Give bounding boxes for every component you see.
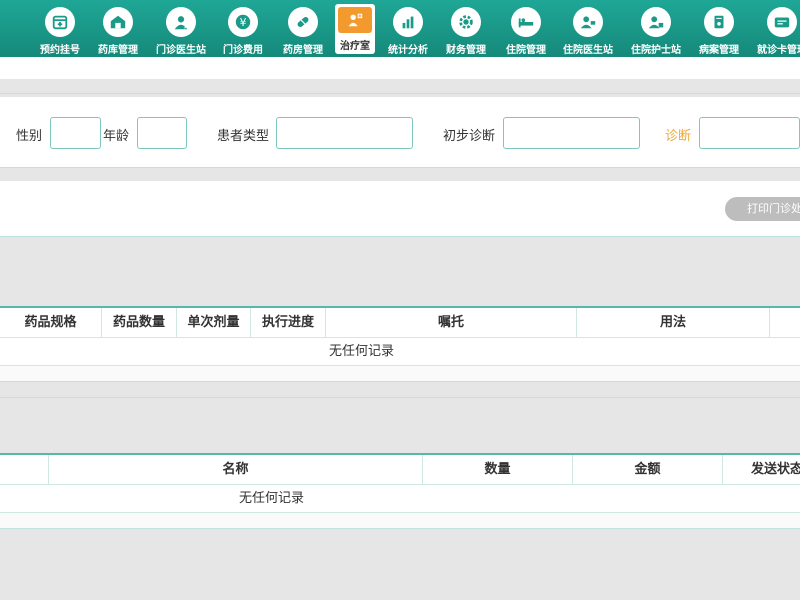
gender-label: 性别 xyxy=(16,129,43,144)
nav-outpatient-doctor[interactable]: 门诊医生站 xyxy=(152,0,210,57)
column-header[interactable]: 单次剂量 xyxy=(177,308,251,338)
top-navigation: 预约挂号 药库管理 门诊医生站 ¥ 门诊费用 药房管理 治疗室 统计分析 财务管… xyxy=(0,0,800,57)
calendar-icon xyxy=(45,7,75,37)
nav-label: 预约挂号 xyxy=(40,45,80,56)
gear-icon xyxy=(451,7,481,37)
nav-label: 住院医生站 xyxy=(563,45,613,56)
nav-label: 住院管理 xyxy=(506,45,546,56)
divider xyxy=(0,236,800,237)
age-label: 年龄 xyxy=(103,129,130,144)
pill-icon xyxy=(288,7,318,37)
nav-label: 就诊卡管理 xyxy=(757,45,800,56)
empty-message: 无任何记录 xyxy=(329,344,395,359)
divider xyxy=(0,167,800,168)
prescription-table-header: 药品规格 药品数量 单次剂量 执行进度 嘱托 用法 xyxy=(0,306,800,338)
nav-label: 门诊费用 xyxy=(223,45,263,56)
nav-label: 病案管理 xyxy=(699,45,739,56)
bed-icon xyxy=(511,7,541,37)
nav-drug-storage[interactable]: 药库管理 xyxy=(93,0,143,57)
chart-icon xyxy=(393,7,423,37)
inpatient-doctor-icon xyxy=(573,7,603,37)
diagnosis-field[interactable] xyxy=(699,117,800,149)
nav-label: 统计分析 xyxy=(388,45,428,56)
yen-icon: ¥ xyxy=(228,7,258,37)
gender-field[interactable] xyxy=(50,117,101,149)
nav-label: 财务管理 xyxy=(446,45,486,56)
column-header[interactable]: 药品规格 xyxy=(0,308,102,338)
print-prescription-button[interactable]: 打印门诊处方 xyxy=(725,197,800,221)
initial-diagnosis-label: 初步诊断 xyxy=(443,129,496,144)
column-header[interactable]: 用法 xyxy=(577,308,770,338)
table-footer xyxy=(0,366,800,382)
fee-table-header: 名称 数量 金额 发送状态 xyxy=(0,453,800,485)
nav-label: 药库管理 xyxy=(98,45,138,56)
nav-finance[interactable]: 财务管理 xyxy=(441,0,491,57)
column-header[interactable]: 执行进度 xyxy=(251,308,326,338)
nav-label: 门诊医生站 xyxy=(156,45,206,56)
record-icon xyxy=(704,7,734,37)
patient-type-label: 患者类型 xyxy=(217,129,270,144)
nav-card-management[interactable]: 就诊卡管理 xyxy=(754,0,800,57)
treatment-icon xyxy=(338,7,372,33)
nav-medical-records[interactable]: 病案管理 xyxy=(694,0,744,57)
empty-message: 无任何记录 xyxy=(239,491,305,506)
column-header xyxy=(0,455,49,485)
nav-pharmacy[interactable]: 药房管理 xyxy=(278,0,328,57)
warehouse-icon xyxy=(103,7,133,37)
nav-label: 住院护士站 xyxy=(631,45,681,56)
nav-inpatient[interactable]: 住院管理 xyxy=(501,0,551,57)
column-header[interactable]: 嘱托 xyxy=(326,308,577,338)
initial-diagnosis-field[interactable] xyxy=(503,117,640,149)
action-strip xyxy=(0,181,800,236)
nav-inpatient-doctor[interactable]: 住院医生站 xyxy=(559,0,617,57)
nurse-icon xyxy=(641,7,671,37)
doctor-icon xyxy=(166,7,196,37)
column-header[interactable]: 药品数量 xyxy=(102,308,177,338)
diagnosis-label: 诊断 xyxy=(665,129,692,144)
prescription-table-empty-row: 无任何记录 xyxy=(0,338,800,366)
column-header xyxy=(770,308,800,338)
nav-appointment[interactable]: 预约挂号 xyxy=(35,0,85,57)
age-field[interactable] xyxy=(137,117,187,149)
divider xyxy=(0,397,800,398)
card-icon xyxy=(767,7,797,37)
nav-statistics[interactable]: 统计分析 xyxy=(383,0,433,57)
nav-label: 治疗室 xyxy=(340,41,370,52)
column-header[interactable]: 发送状态 xyxy=(723,455,800,485)
nav-outpatient-fee[interactable]: ¥ 门诊费用 xyxy=(218,0,268,57)
patient-type-field[interactable] xyxy=(276,117,413,149)
nav-treatment-room[interactable]: 治疗室 xyxy=(335,4,375,54)
column-header[interactable]: 名称 xyxy=(49,455,423,485)
column-header[interactable]: 金额 xyxy=(573,455,723,485)
nav-label: 药房管理 xyxy=(283,45,323,56)
column-header[interactable]: 数量 xyxy=(423,455,573,485)
toolbar-strip xyxy=(0,57,800,79)
fee-table-empty-row: 无任何记录 xyxy=(0,485,800,513)
divider xyxy=(0,93,800,94)
svg-text:¥: ¥ xyxy=(240,16,247,29)
table-footer xyxy=(0,513,800,529)
nav-nurse-station[interactable]: 住院护士站 xyxy=(625,0,687,57)
